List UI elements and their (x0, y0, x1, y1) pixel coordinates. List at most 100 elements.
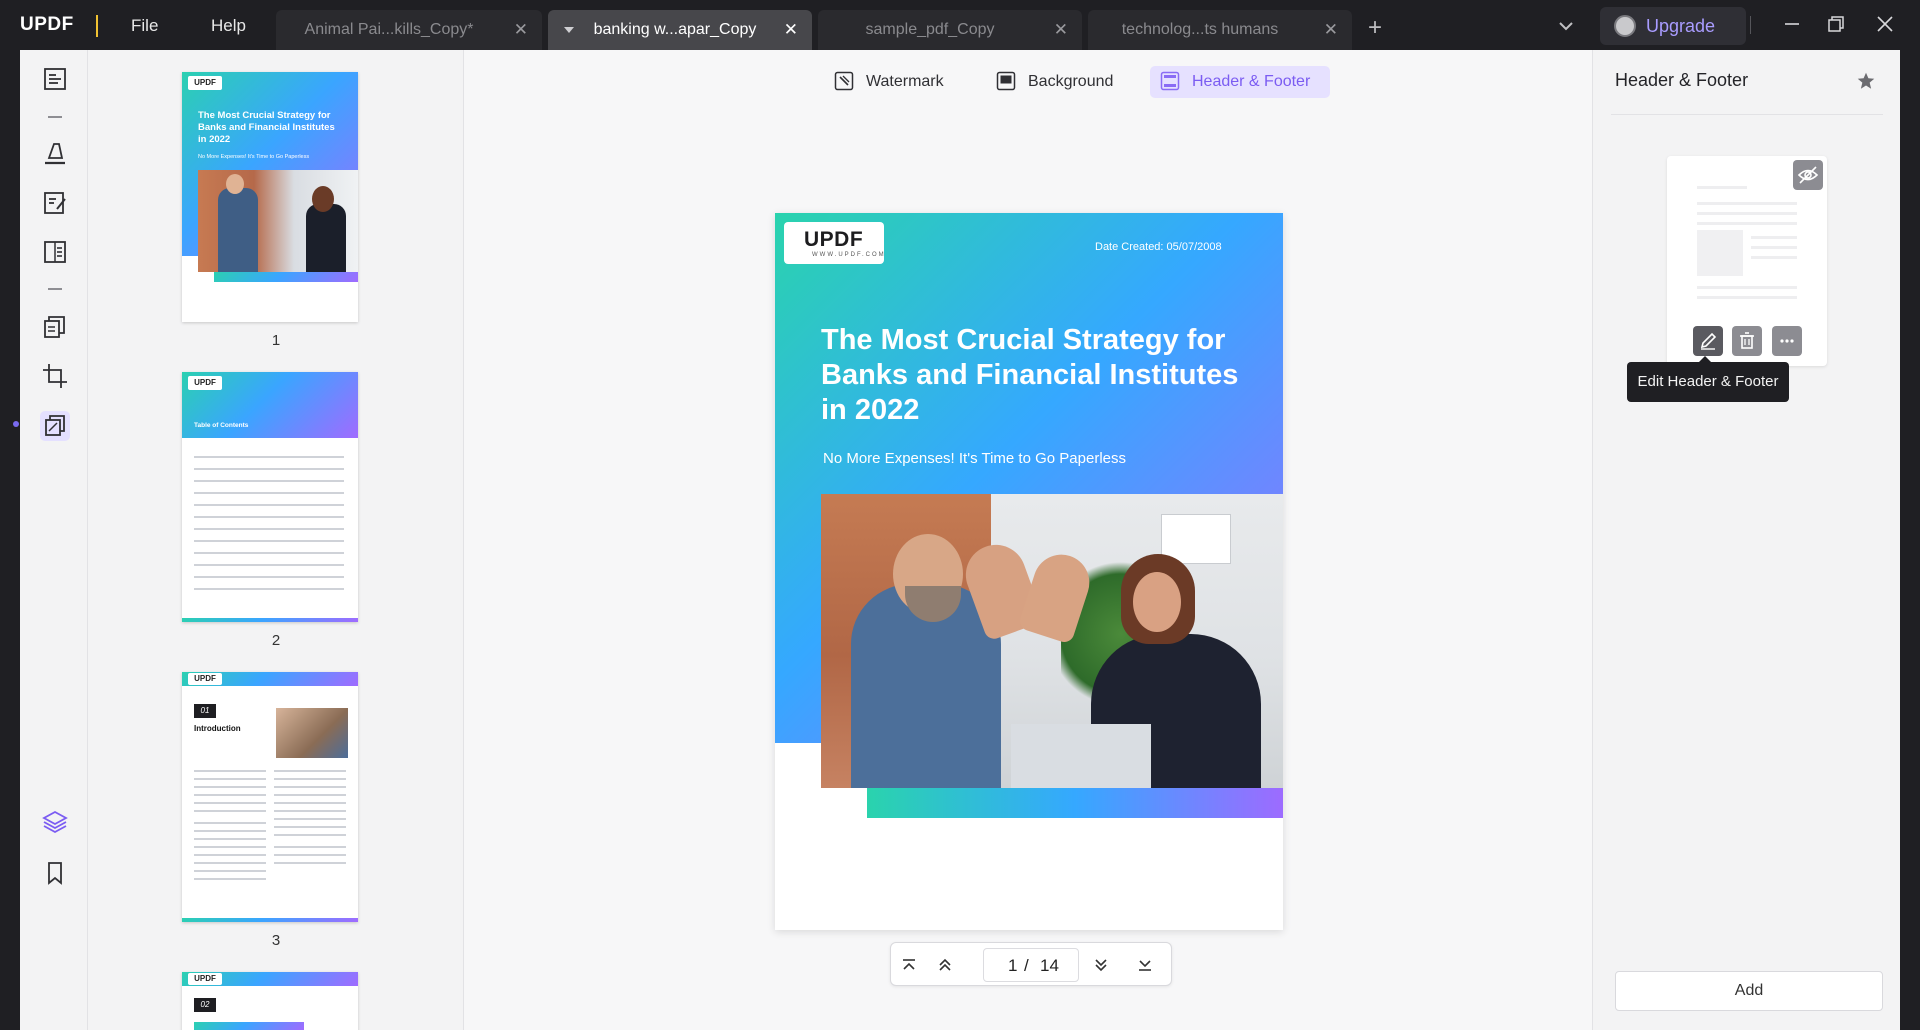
page-thumbnail-4[interactable]: UPDF 02 (182, 972, 358, 1030)
header-footer-panel: Header & Footer Edit Header & Footer Add (1592, 50, 1900, 1030)
tab-document-4[interactable]: technolog...ts humans ✕ (1088, 10, 1352, 50)
watermark-label: Watermark (866, 73, 944, 90)
bookmark-button[interactable] (40, 858, 70, 888)
tab-document-3[interactable]: sample_pdf_Copy ✕ (818, 10, 1082, 50)
avatar (1614, 15, 1636, 37)
header-footer-icon (1160, 71, 1180, 91)
watermark-button[interactable]: Watermark (824, 66, 944, 98)
highlighter-icon (45, 143, 65, 165)
organize-pages-button[interactable] (40, 312, 70, 342)
thumbnail-section-badge: 02 (194, 998, 216, 1012)
menu-file[interactable]: File (131, 16, 158, 36)
page-separator: / (1024, 956, 1029, 975)
background-button[interactable]: Background (986, 66, 1116, 98)
add-header-footer-button[interactable]: Add (1615, 971, 1883, 1011)
page-number-input[interactable]: 1 / 14 (983, 948, 1079, 982)
tab-close-icon[interactable]: ✕ (514, 20, 528, 40)
new-tab-plus-icon[interactable]: + (1368, 14, 1382, 42)
bookmark-icon (48, 862, 62, 885)
upgrade-label: Upgrade (1646, 16, 1716, 36)
tab-document-2[interactable]: banking w...apar_Copy ✕ (548, 10, 812, 50)
current-page: 1 (1008, 956, 1018, 975)
form-mode-button[interactable] (40, 237, 70, 267)
comment-mode-button[interactable] (40, 138, 70, 168)
edit-header-footer-button[interactable] (1693, 326, 1723, 356)
thumbnail-page-number: 2 (271, 632, 281, 649)
more-icon (1780, 339, 1794, 343)
trash-icon (1740, 332, 1754, 349)
thumbnail-logo: UPDF (188, 973, 222, 985)
page-thumbnail-2[interactable]: UPDF Table of Contents (182, 372, 358, 622)
restore-icon[interactable] (1824, 12, 1848, 36)
thumbnail-page-number: 3 (271, 932, 281, 949)
page-thumbnail-3[interactable]: UPDF 01 Introduction (182, 672, 358, 922)
organize-pages-icon (44, 316, 65, 338)
thumbnail-title: The Most Crucial Strategy for Banks and … (198, 110, 335, 145)
tab-close-icon[interactable]: ✕ (1324, 20, 1338, 40)
edit-pdf-icon (44, 192, 66, 214)
layers-icon (42, 810, 68, 834)
document-logo: UPDF WWW.UPDF.COM (784, 222, 884, 264)
tab-document-1[interactable]: Animal Pai...kills_Copy* ✕ (276, 10, 542, 50)
crop-icon (43, 364, 67, 388)
edit-mode-button[interactable] (40, 188, 70, 218)
logo-divider (96, 15, 98, 37)
menu-help[interactable]: Help (211, 16, 246, 36)
cover-photo (821, 494, 1283, 788)
hide-button[interactable] (1793, 160, 1823, 190)
more-options-button[interactable] (1772, 326, 1802, 356)
thumbnail-photo (276, 708, 348, 758)
document-view: Watermark Background Header & Footer UPD… (464, 50, 1592, 1030)
tab-menu-caret-icon[interactable] (564, 27, 574, 33)
thumbnail-page-number: 1 (271, 332, 281, 349)
thumbnail-section-badge: 01 (194, 704, 216, 718)
header-footer-template-card[interactable] (1667, 156, 1827, 366)
minimize-icon[interactable] (1780, 12, 1804, 36)
titlebar-divider (1750, 16, 1751, 34)
app-logo: UPDF (20, 14, 74, 35)
document-logo-text: UPDF (804, 228, 864, 251)
tab-label: technolog...ts humans (1121, 21, 1279, 38)
cover-bottom-strip (867, 788, 1283, 818)
form-icon (44, 241, 66, 263)
background-label: Background (1028, 73, 1114, 90)
next-page-icon[interactable] (1089, 953, 1113, 977)
tool-rail (20, 50, 88, 1030)
close-window-icon[interactable] (1873, 12, 1897, 36)
last-page-icon[interactable] (1133, 953, 1157, 977)
star-icon[interactable] (1855, 70, 1877, 92)
document-logo-url: WWW.UPDF.COM (812, 252, 886, 258)
first-page-icon[interactable] (897, 953, 921, 977)
total-pages: 14 (1040, 956, 1059, 975)
previous-page-icon[interactable] (933, 953, 957, 977)
chevron-down-icon[interactable] (1556, 16, 1576, 36)
document-subtitle: No More Expenses! It's Time to Go Paperl… (823, 450, 1126, 467)
delete-header-footer-button[interactable] (1732, 326, 1762, 356)
header-footer-label: Header & Footer (1192, 73, 1311, 90)
page-tools-button[interactable] (40, 411, 70, 441)
upgrade-button[interactable]: Upgrade (1600, 7, 1746, 45)
layers-button[interactable] (40, 807, 70, 837)
page-thumbnail-1[interactable]: UPDF The Most Crucial Strategy for Banks… (182, 72, 358, 322)
thumbnail-logo: UPDF (188, 76, 222, 90)
document-title: The Most Crucial Strategy for Banks and … (821, 324, 1239, 426)
page-tools-icon (45, 415, 65, 436)
thumbnail-section-heading: Introduction (194, 724, 241, 733)
thumbnail-logo: UPDF (188, 376, 222, 390)
tab-label: Animal Pai...kills_Copy* (304, 21, 474, 38)
panel-collapse-handle[interactable] (13, 421, 19, 427)
document-page: UPDF WWW.UPDF.COM Date Created: 05/07/20… (775, 213, 1283, 930)
tab-close-icon[interactable]: ✕ (784, 20, 798, 40)
header-footer-button[interactable]: Header & Footer (1150, 66, 1330, 98)
page-navigator: 1 / 14 (890, 942, 1172, 986)
reader-mode-button[interactable] (40, 64, 70, 94)
background-icon (996, 71, 1016, 91)
rail-divider (48, 116, 62, 118)
tab-close-icon[interactable]: ✕ (1054, 20, 1068, 40)
eye-off-icon (1797, 166, 1819, 184)
thumbnail-photo (198, 170, 358, 272)
pencil-icon (1700, 332, 1717, 350)
thumbnail-logo: UPDF (188, 673, 222, 685)
watermark-icon (834, 71, 854, 91)
crop-pages-button[interactable] (40, 361, 70, 391)
